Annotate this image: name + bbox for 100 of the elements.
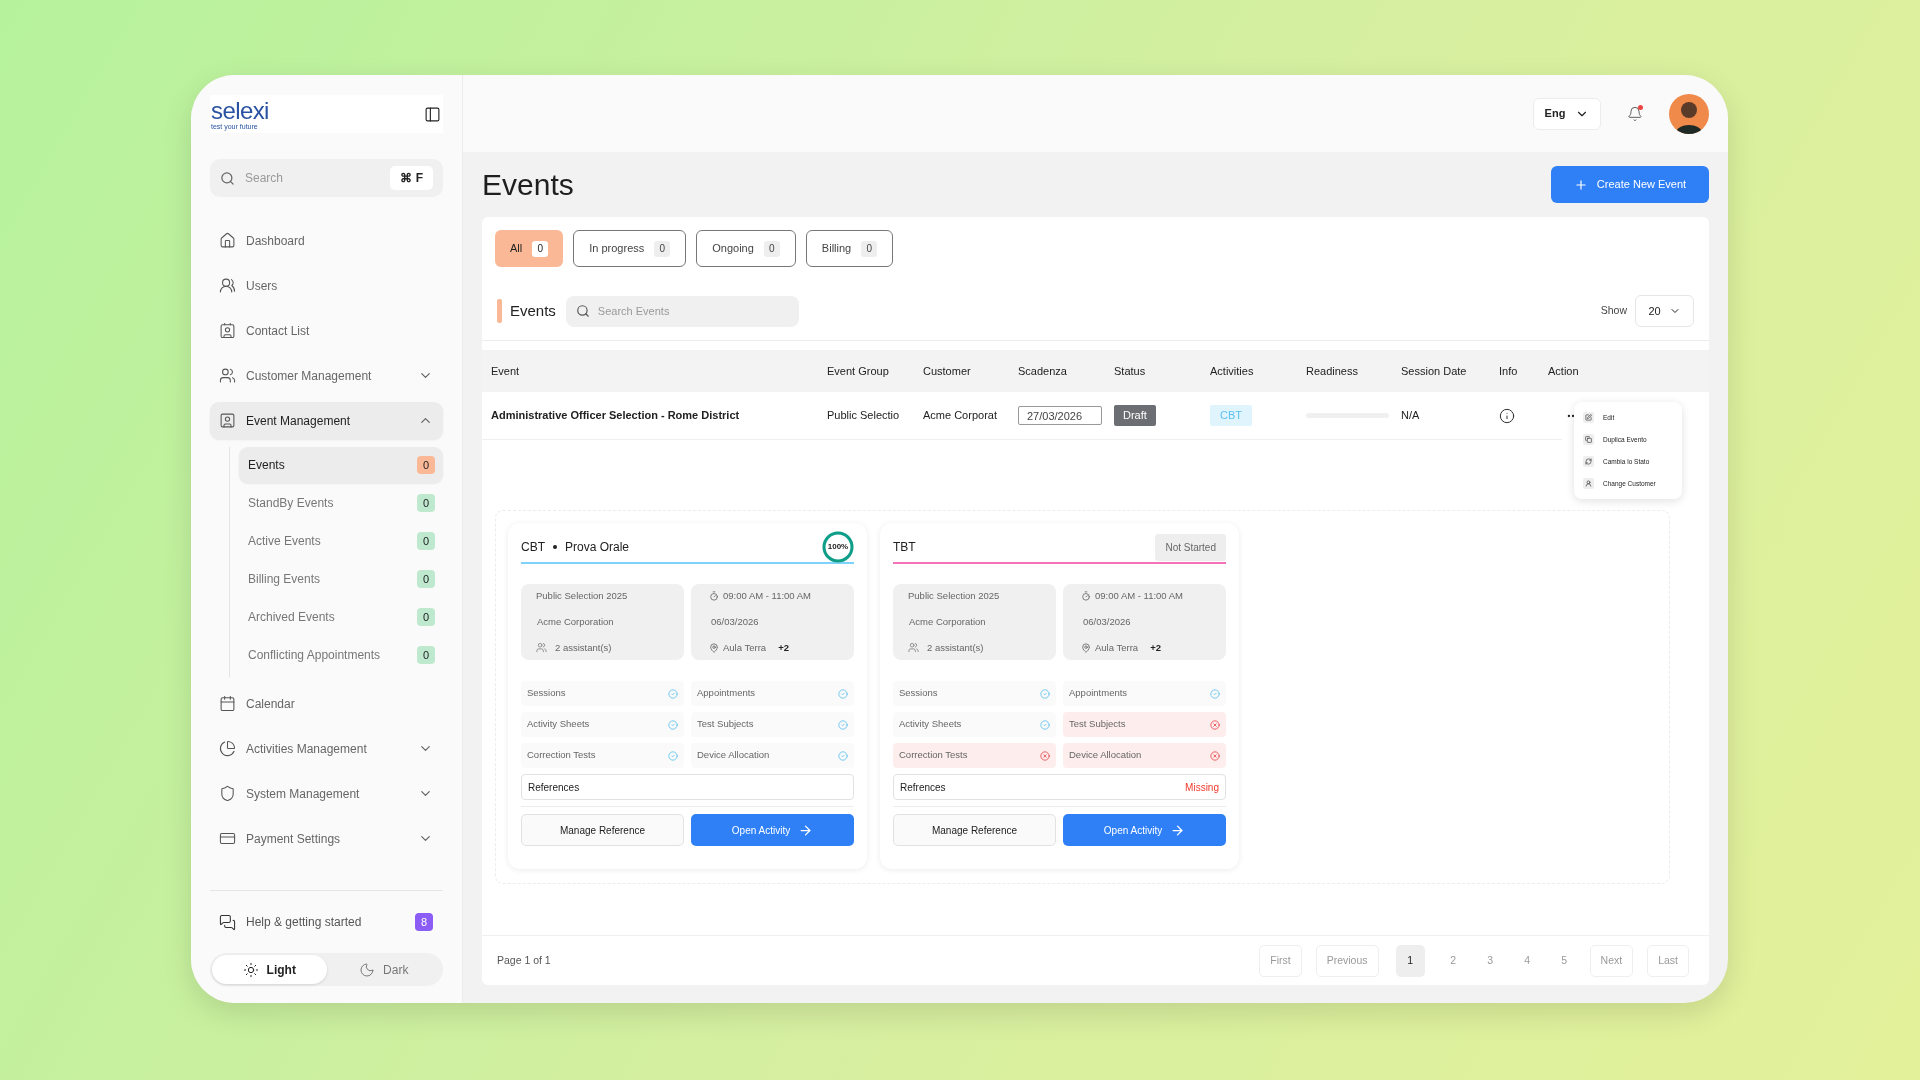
column-header: Readiness [1306, 363, 1359, 379]
pin-icon [709, 642, 719, 653]
search-input[interactable]: Search Events [597, 302, 789, 320]
language-select[interactable]: Eng [1533, 97, 1601, 130]
user-icon [1583, 478, 1594, 489]
search-events-field[interactable]: Search Events [565, 295, 799, 327]
search-icon [575, 304, 590, 318]
filter-tab[interactable]: Billing 0 [805, 230, 894, 267]
user-square-icon [219, 412, 236, 429]
date-field[interactable]: 27/03/2026 [1018, 406, 1102, 425]
column-header: Scadenza [1018, 363, 1068, 379]
nav-item[interactable]: System Management [210, 775, 443, 812]
nav-item[interactable]: Contact List [210, 312, 443, 349]
home-icon [219, 232, 236, 249]
customer-text: Acme Corporation [908, 614, 987, 629]
group-text: Public Selection 2025 [536, 589, 629, 603]
plus-icon [1573, 177, 1588, 192]
check-row: Device Allocation [691, 743, 854, 768]
references-field: Refrences Missing [893, 774, 1226, 800]
users-icon [219, 277, 236, 294]
check-circle-icon [1210, 688, 1220, 699]
count-badge: 0 [417, 532, 435, 550]
count-badge: 0 [417, 608, 435, 626]
nav-item[interactable]: Payment Settings [210, 820, 443, 857]
timer-icon [709, 591, 719, 602]
filter-tab[interactable]: All 0 [495, 230, 564, 267]
check-circle-icon [838, 750, 848, 761]
manage-reference-button[interactable]: Manage Reference [893, 814, 1056, 846]
card-icon [219, 830, 236, 847]
check-row: Appointments [1063, 681, 1226, 706]
time-text: 09:00 AM - 11:00 AM [1095, 589, 1183, 603]
nav-item[interactable]: Calendar [210, 685, 443, 722]
search-field[interactable]: Search ⌘ F [210, 159, 443, 197]
search-input[interactable]: Search [245, 169, 381, 187]
notification-button[interactable] [1625, 103, 1645, 124]
check-circle-icon [838, 719, 848, 730]
nav-subitem[interactable]: Billing Events 0 [239, 561, 443, 597]
nav-item[interactable]: Activities Management [210, 730, 443, 767]
nav-item[interactable]: Customer Management [210, 357, 443, 394]
time-text: 09:00 AM - 11:00 AM [723, 589, 811, 603]
nav-subitem[interactable]: Events 0 [239, 447, 443, 483]
check-row: Activity Sheets [521, 712, 684, 737]
check-circle-icon [668, 719, 678, 730]
users-icon [908, 642, 919, 654]
section-title: Events [510, 300, 556, 321]
check-circle-icon [1040, 688, 1050, 699]
check-circle-icon [1040, 719, 1050, 730]
theme-option[interactable]: Dark [326, 955, 441, 984]
count-badge: 0 [417, 456, 435, 474]
check-row: Test Subjects [691, 712, 854, 737]
location-text: Aula Terra [723, 640, 767, 655]
check-row: Appointments [691, 681, 854, 706]
page-title: Events [482, 169, 574, 200]
x-circle-icon [1210, 719, 1220, 730]
assistants-text: 2 assistant(s) [555, 640, 612, 655]
count-badge: 8 [415, 913, 433, 931]
event-name: Administrative Officer Selection - Rome District [491, 408, 741, 424]
filter-tab[interactable]: In progress 0 [573, 230, 687, 267]
session-date-cell-text: N/A [1401, 408, 1421, 424]
extra-count: +2 [1150, 640, 1161, 655]
help-item[interactable]: Help & getting started 8 [210, 905, 443, 939]
column-header: Status [1114, 363, 1147, 379]
page-summary: Page 1 of 1 [497, 952, 551, 968]
users-icon [219, 367, 236, 384]
nav-item[interactable]: Dashboard [210, 222, 443, 259]
calendar-icon [219, 695, 236, 712]
nav-subitem[interactable]: Active Events 0 [239, 523, 443, 559]
check-circle-icon [668, 750, 678, 761]
status-badge: Not Started [1155, 533, 1226, 561]
avatar[interactable] [1669, 93, 1709, 134]
collapse-sidebar-icon[interactable] [424, 105, 441, 123]
extra-count: +2 [778, 640, 789, 655]
open-activity-button[interactable]: Open Activity [691, 814, 854, 846]
info-icon[interactable] [1499, 407, 1515, 424]
x-circle-icon [1210, 750, 1220, 761]
shield-icon [219, 785, 236, 802]
check-row: Device Allocation [1063, 743, 1226, 768]
nav-item[interactable]: Event Management [210, 402, 443, 439]
event-group-cell-text: Public Selectio [827, 408, 901, 424]
copy-icon [1583, 434, 1594, 445]
nav-item[interactable]: Users [210, 267, 443, 304]
manage-reference-button[interactable]: Manage Reference [521, 814, 684, 846]
check-circle-icon [838, 688, 848, 699]
nav-subitem[interactable]: StandBy Events 0 [239, 485, 443, 521]
nav-subitem[interactable]: Archived Events 0 [239, 599, 443, 635]
sun-icon [242, 961, 259, 978]
filter-tab[interactable]: Ongoing 0 [696, 230, 796, 267]
column-header: Info [1499, 363, 1519, 379]
create-event-button[interactable]: Create New Event [1551, 166, 1709, 203]
nav-subitem[interactable]: Conflicting Appointments 0 [239, 637, 443, 673]
pagination-button[interactable]: 1 [1395, 944, 1425, 977]
count-badge: 0 [861, 240, 878, 257]
date-text: 06/03/2026 [1082, 614, 1132, 629]
theme-option[interactable]: Light [212, 955, 327, 984]
open-activity-button[interactable]: Open Activity [1063, 814, 1226, 846]
refresh-icon [1583, 456, 1594, 467]
chat-icon [219, 913, 236, 931]
count-badge: 0 [417, 646, 435, 664]
check-row: Correction Tests [893, 743, 1056, 768]
page-size-select[interactable]: 20 [1635, 295, 1694, 327]
